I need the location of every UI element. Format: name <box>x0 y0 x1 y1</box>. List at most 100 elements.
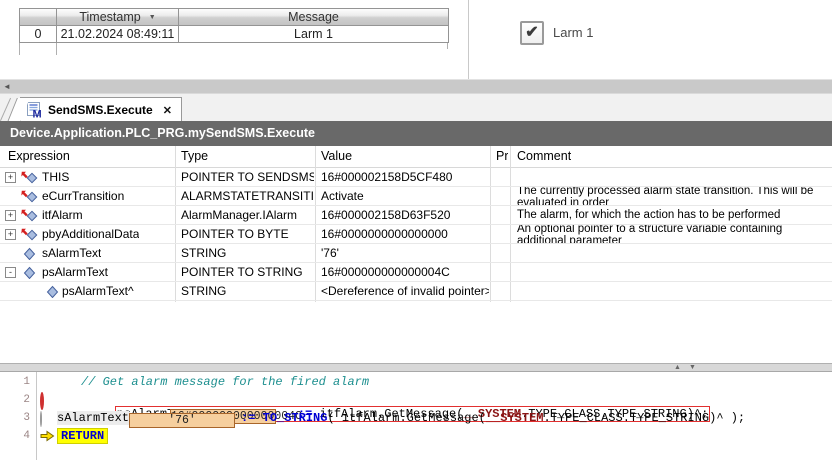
col-header-prepared-value[interactable]: Prepared value <box>496 149 508 163</box>
horizontal-scrollbar[interactable]: ◄ <box>0 79 832 93</box>
code-lhs: sAlarmText <box>57 411 130 425</box>
code-comment: // Get alarm message for the fired alarm <box>81 375 370 389</box>
watch-row[interactable]: eCurrTransition ALARMSTATETRANSITION Act… <box>0 187 832 206</box>
expression-cell: eCurrTransition <box>42 189 125 203</box>
type-cell: POINTER TO BYTE <box>181 227 289 241</box>
input-variable-icon <box>21 171 38 184</box>
code-line-2: 2 psAlarmText16#000000000000004C:= itfAl… <box>0 392 832 424</box>
execution-pointer-icon <box>40 430 56 444</box>
splitter-up-icon[interactable]: ▲ <box>674 363 681 372</box>
expression-cell: sAlarmText <box>42 246 102 260</box>
local-variable-icon <box>23 266 36 279</box>
col-header-index[interactable] <box>20 9 57 26</box>
table-grid-stub <box>56 43 57 55</box>
expression-cell: THIS <box>42 170 70 184</box>
comment-cell: An optional pointer to a structure varia… <box>517 225 783 244</box>
code-line-3: 3 sAlarmText '76' := TO_STRING( itfAlarm.G… <box>0 410 832 428</box>
value-cell: 16#000000000000004C <box>321 265 450 279</box>
col-header-message[interactable]: Message <box>179 9 449 26</box>
col-header-value[interactable]: Value <box>321 149 352 163</box>
table-grid-stub <box>447 43 448 49</box>
local-variable-icon <box>23 247 36 260</box>
code-call: ( itfAlarm.GetMessage( <box>327 411 486 425</box>
type-cell: STRING <box>181 246 227 260</box>
input-variable-icon <box>21 209 38 222</box>
expand-plus-icon[interactable]: + <box>5 229 16 240</box>
scroll-left-arrow-icon[interactable]: ◄ <box>3 82 11 91</box>
expression-cell: psAlarmText <box>42 265 109 279</box>
code-line-1: 1 // Get alarm message for the fired ala… <box>0 374 832 392</box>
col-header-timestamp-label: Timestamp <box>79 10 141 24</box>
line-number: 1 <box>23 376 30 388</box>
col-header-timestamp[interactable]: Timestamp ▼ <box>57 9 179 26</box>
watch-row[interactable]: + itfAlarm AlarmManager.IAlarm 16#000002… <box>0 206 832 225</box>
panel-divider <box>468 0 469 79</box>
type-cell: ALARMSTATETRANSITION <box>181 189 314 203</box>
value-cell: '76' <box>321 246 339 260</box>
local-variable-icon <box>46 285 59 298</box>
collapse-minus-icon[interactable]: - <box>5 267 16 278</box>
system-namespace: __SYSTEM <box>485 411 544 425</box>
expression-cell: psAlarmText^ <box>62 284 134 298</box>
value-cell: <Dereference of invalid pointer> <box>321 284 489 298</box>
codesys-ide-screen: Timestamp ▼ Message 0 21.02.2024 08:49:1… <box>0 0 832 460</box>
input-variable-icon <box>21 190 38 203</box>
watch-table-header: Expression Type Value Prepared value Com… <box>0 146 832 168</box>
tab-label: SendSMS.Execute <box>48 103 153 117</box>
comment-cell: The alarm, for which the action has to b… <box>517 209 781 221</box>
watch-row[interactable]: + THIS POINTER TO SENDSMS 16#000002158D5… <box>0 168 832 187</box>
code-line-4: 4 RETURN <box>0 428 832 446</box>
pane-splitter[interactable]: ▲ ▼ <box>0 363 832 372</box>
table-row[interactable]: 0 21.02.2024 08:49:11 Larm 1 <box>20 26 449 43</box>
method-icon: M <box>27 102 42 119</box>
value-cell: 16#000002158D5CF480 <box>321 170 453 184</box>
col-header-type[interactable]: Type <box>181 149 208 163</box>
alarm-table-header-row: Timestamp ▼ Message <box>20 9 449 26</box>
splitter-down-icon[interactable]: ▼ <box>689 363 696 372</box>
expand-plus-icon[interactable]: + <box>5 172 16 183</box>
watch-row[interactable]: - psAlarmText POINTER TO STRING 16#00000… <box>0 263 832 282</box>
breakpoint-disabled-icon[interactable] <box>40 411 56 427</box>
visualization-panel: Timestamp ▼ Message 0 21.02.2024 08:49:1… <box>0 0 832 79</box>
return-keyword-highlighted: RETURN <box>57 428 109 444</box>
watch-row[interactable]: psAlarmText^ STRING <Dereference of inva… <box>0 282 832 301</box>
alarm-history-table: Timestamp ▼ Message 0 21.02.2024 08:49:1… <box>19 8 449 43</box>
breakpoint-enabled-icon[interactable] <box>40 392 56 410</box>
expression-cell: pbyAdditionalData <box>42 227 140 241</box>
type-cell: POINTER TO SENDSMS <box>181 170 314 184</box>
watch-row[interactable]: + pbyAdditionalData POINTER TO BYTE 16#0… <box>0 225 832 244</box>
input-variable-icon <box>21 228 38 241</box>
comment-cell: The currently processed alarm state tran… <box>517 187 814 206</box>
editor-tab-strip: M SendSMS.Execute ✕ <box>0 93 832 122</box>
code-editor: 1 // Get alarm message for the fired ala… <box>0 372 832 460</box>
line-number: 4 <box>23 430 30 442</box>
line-number: 3 <box>23 412 30 424</box>
col-header-comment[interactable]: Comment <box>517 149 571 163</box>
type-cell: POINTER TO STRING <box>181 265 303 279</box>
value-cell: 16#0000000000000000 <box>321 227 448 241</box>
watch-row[interactable]: sAlarmText STRING '76' <box>0 244 832 263</box>
col-header-expression[interactable]: Expression <box>8 149 70 163</box>
larm1-checkbox[interactable]: ✔ <box>520 21 544 45</box>
assign-operator: := <box>241 411 263 425</box>
tab-sendsms-execute[interactable]: M SendSMS.Execute ✕ <box>20 97 182 122</box>
larm1-checkbox-label: Larm 1 <box>553 25 594 40</box>
row-index-cell: 0 <box>20 26 57 43</box>
value-cell: Activate <box>321 189 364 203</box>
table-grid-stub <box>19 43 20 55</box>
svg-text:M: M <box>33 109 42 119</box>
value-cell: 16#000002158D63F520 <box>321 208 451 222</box>
timestamp-cell: 21.02.2024 08:49:11 <box>57 26 179 43</box>
type-cell: STRING <box>181 284 227 298</box>
code-tail: .TYPE_CLASS.TYPE_STRING)^ ); <box>543 411 746 425</box>
expression-cell: itfAlarm <box>42 208 83 222</box>
inline-value-monitor[interactable]: '76' <box>129 413 236 428</box>
breadcrumb: Device.Application.PLC_PRG.mySendSMS.Exe… <box>0 121 832 146</box>
message-cell: Larm 1 <box>179 26 449 43</box>
close-icon[interactable]: ✕ <box>163 104 172 117</box>
type-cell: AlarmManager.IAlarm <box>181 208 298 222</box>
expand-plus-icon[interactable]: + <box>5 210 16 221</box>
checkmark-icon: ✔ <box>525 24 539 41</box>
sort-desc-icon: ▼ <box>148 13 156 21</box>
to-string-keyword: TO_STRING <box>262 411 328 425</box>
